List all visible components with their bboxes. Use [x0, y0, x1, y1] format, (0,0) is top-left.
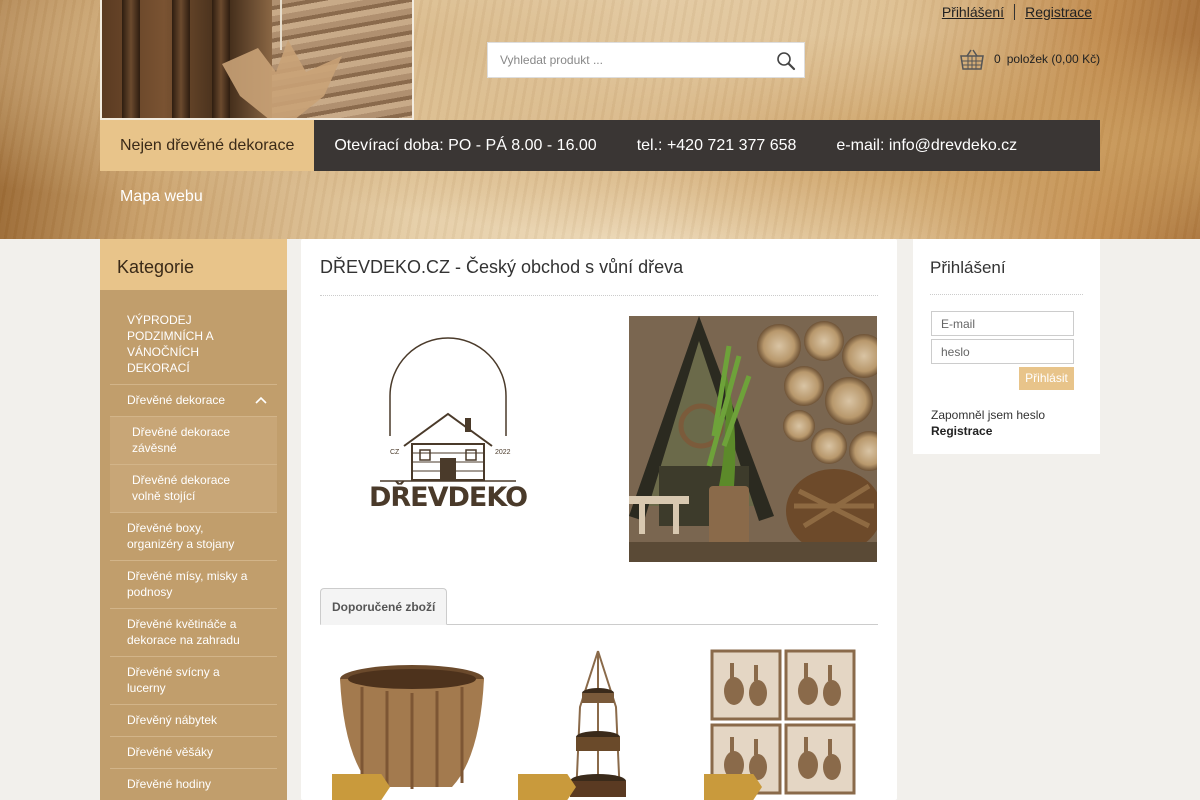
sidebar-title: Kategorie — [100, 239, 287, 290]
featured-photo — [629, 316, 877, 562]
brand-logo: CZ 2022 DŘEVDEKO — [320, 316, 576, 562]
nav-item-decorations[interactable]: Nejen dřevěné dekorace — [100, 120, 315, 171]
cart-label: položek (0,00 Kč) — [1006, 52, 1101, 66]
product-card[interactable] — [332, 647, 502, 800]
login-link[interactable]: Přihlášení — [942, 4, 1004, 20]
sidebar-item-standing[interactable]: Dřevěné dekorace volně stojící — [110, 465, 277, 513]
cart[interactable]: 0 položek (0,00 Kč) — [960, 48, 1106, 70]
login-title: Přihlášení — [930, 258, 1006, 277]
sidebar-item-furniture[interactable]: Dřevěný nábytek — [110, 705, 277, 737]
chevron-up-icon[interactable] — [255, 395, 267, 407]
register-link[interactable]: Registrace — [1025, 4, 1092, 20]
sidebar-item-planters[interactable]: Dřevěné květináče a dekorace na zahradu — [110, 609, 277, 657]
logo-cz: CZ — [390, 449, 400, 456]
logo-year: 2022 — [495, 449, 511, 456]
product-card[interactable] — [704, 647, 874, 800]
nav-item-email[interactable]: e-mail: info@drevdeko.cz — [816, 120, 1037, 171]
search-icon[interactable] — [776, 51, 796, 71]
header-logo-photo[interactable] — [100, 0, 414, 120]
product-list — [320, 647, 878, 800]
product-card[interactable] — [518, 647, 688, 800]
basket-icon — [960, 48, 984, 70]
search-input[interactable] — [488, 43, 758, 77]
page-title: DŘEVDEKO.CZ - Český obchod s vůní dřeva — [320, 257, 684, 277]
divider — [320, 295, 878, 296]
sidebar-item-bowls[interactable]: Dřevěné mísy, misky a podnosy — [110, 561, 277, 609]
main-content: DŘEVDEKO.CZ - Český obchod s vůní dřeva … — [301, 239, 897, 800]
sidebar-item-clocks[interactable]: Dřevěné hodiny — [110, 769, 277, 800]
login-box: Přihlášení Přihlásit Zapomněl jsem heslo… — [913, 239, 1100, 454]
product-badge — [332, 774, 390, 800]
sidebar-item-hanging[interactable]: Dřevěné dekorace závěsné — [110, 417, 277, 465]
product-badge — [518, 774, 576, 800]
register-link-sidebar[interactable]: Registrace — [931, 424, 992, 438]
sidebar-item-label: Dřevěné dekorace — [127, 393, 226, 407]
divider — [930, 294, 1083, 295]
link-divider — [1014, 4, 1016, 20]
top-links: Přihlášení Registrace — [942, 4, 1092, 20]
product-badge — [704, 774, 762, 800]
forgot-password-link[interactable]: Zapomněl jsem heslo — [931, 408, 1045, 422]
tab-recommended[interactable]: Doporučené zboží — [320, 588, 448, 625]
password-field[interactable] — [931, 339, 1074, 364]
sidebar-item-wooden-decorations[interactable]: Dřevěné dekorace — [110, 385, 277, 417]
product-tabs: Doporučené zboží — [320, 588, 878, 625]
main-nav: Nejen dřevěné dekorace Otevírací doba: P… — [100, 120, 1100, 171]
category-sidebar: Kategorie VÝPRODEJ PODZIMNÍCH A VÁNOČNÍC… — [100, 239, 287, 800]
sidebar-item-candles[interactable]: Dřevěné svícny a lucerny — [110, 657, 277, 705]
sidebar-item-boxes[interactable]: Dřevěné boxy, organizéry a stojany — [110, 513, 277, 561]
nav-item-sitemap[interactable]: Mapa webu — [100, 171, 223, 222]
login-button[interactable]: Přihlásit — [1019, 367, 1074, 390]
email-field[interactable] — [931, 311, 1074, 336]
sidebar-item-sale[interactable]: VÝPRODEJ PODZIMNÍCH A VÁNOČNÍCH DEKORACÍ — [110, 304, 277, 385]
nav-item-phone[interactable]: tel.: +420 721 377 658 — [617, 120, 817, 171]
nav-item-opening-hours[interactable]: Otevírací doba: PO - PÁ 8.00 - 16.00 — [314, 120, 616, 171]
logo-text: DŘEVDEKO — [369, 481, 527, 513]
nav-second-row: Mapa webu — [100, 171, 223, 222]
sidebar-item-hangers[interactable]: Dřevěné věšáky — [110, 737, 277, 769]
cart-count: 0 — [994, 52, 1001, 66]
search-box — [487, 42, 805, 78]
